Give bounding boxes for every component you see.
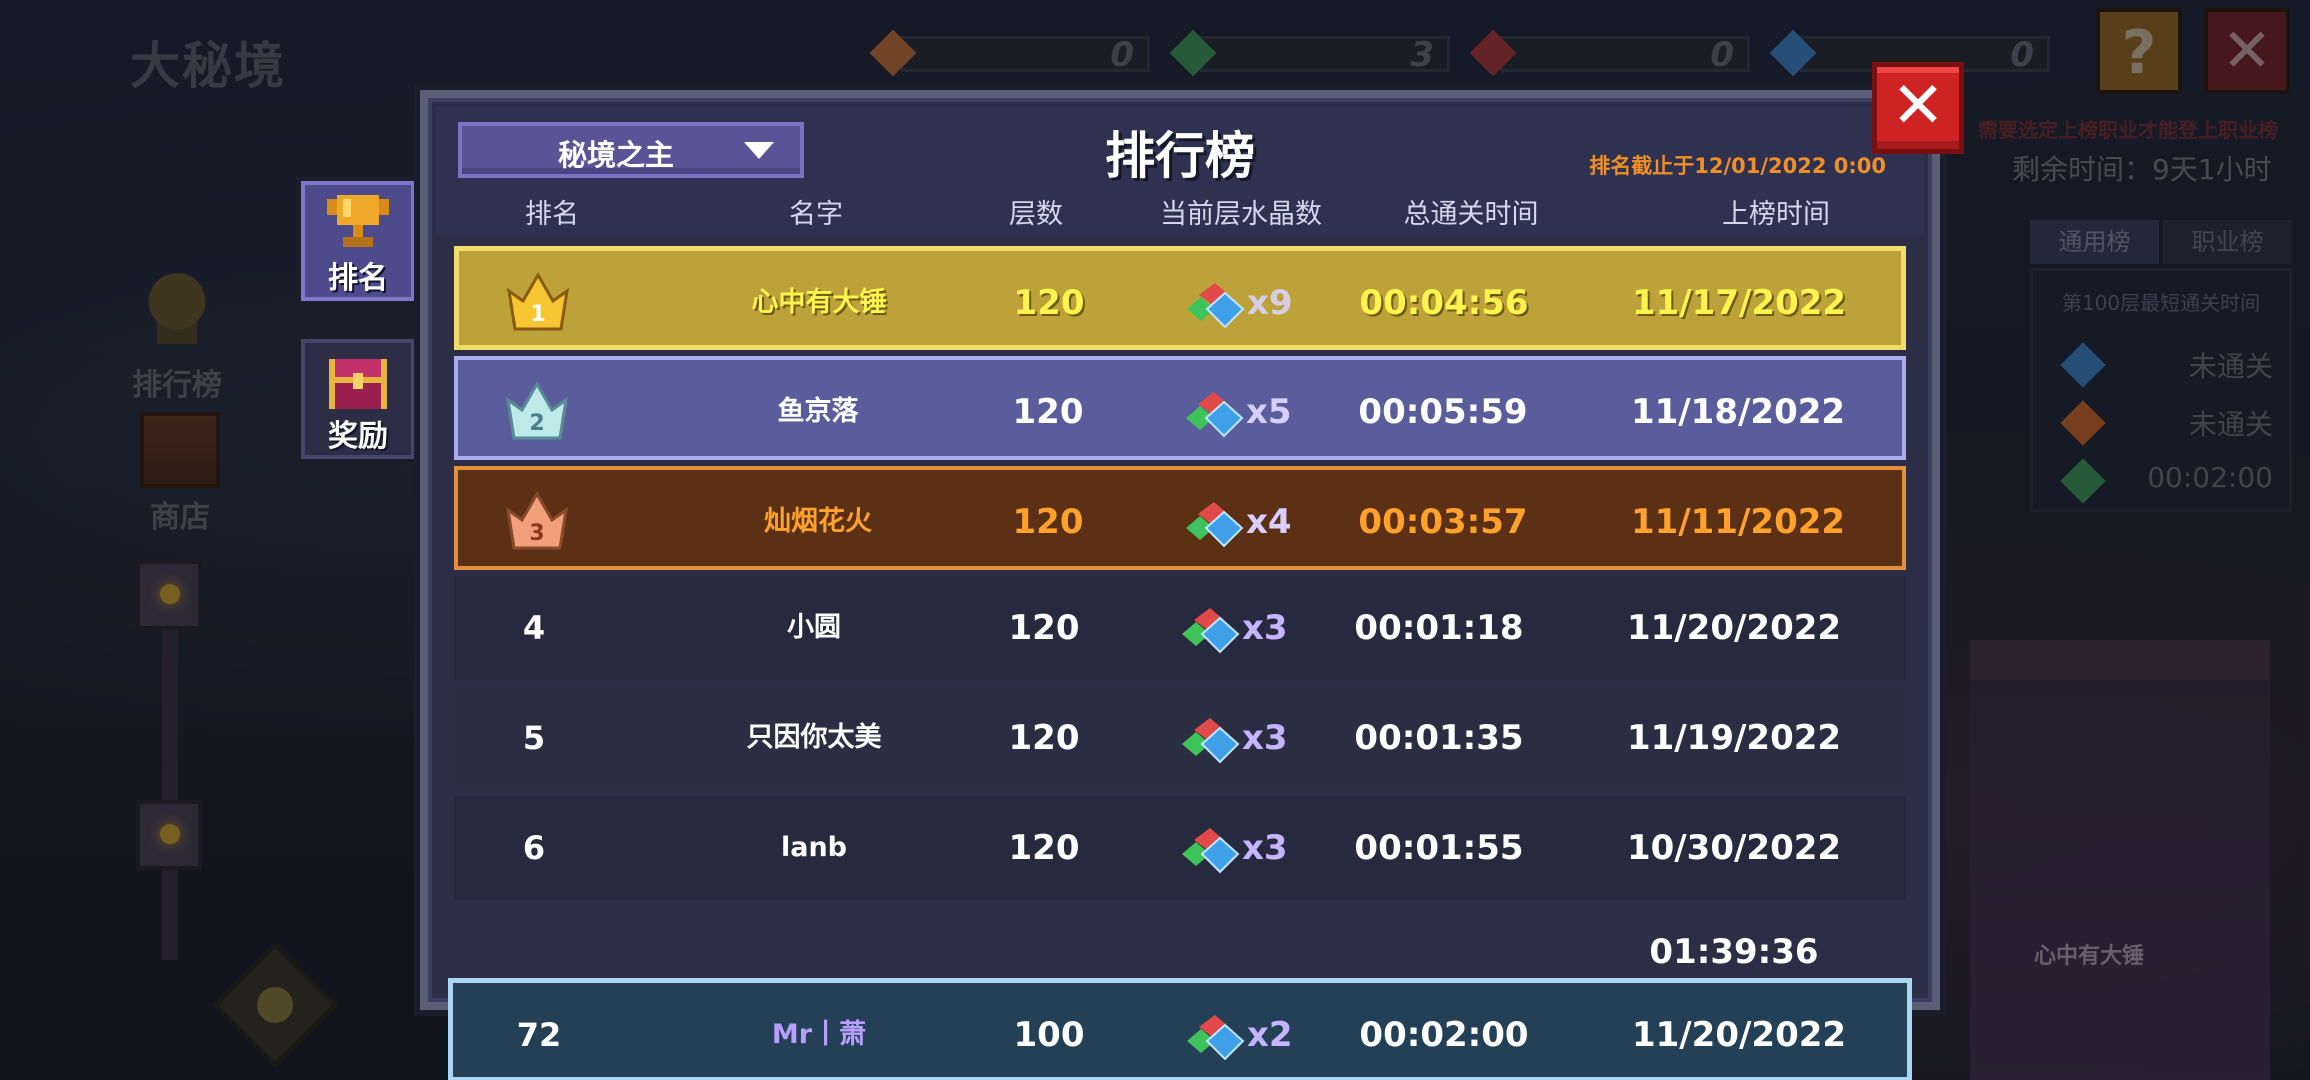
floor-value: 120 <box>1008 608 1080 648</box>
table-row[interactable]: 1 心中有大锤 120 x9 00:04:56 11/17/2022 21:39… <box>454 246 1906 427</box>
crystal-count: x3 <box>1144 796 1304 900</box>
table-row[interactable]: 3 灿烟花火 120 x4 00:03:57 11/11/2022 01:07:… <box>454 466 1906 646</box>
total-time: 00:03:57 <box>1358 502 1528 542</box>
crystal-count-value: x3 <box>1242 828 1288 868</box>
tab-reward[interactable]: 奖励 <box>296 334 420 464</box>
crystal-count: x3 <box>1144 576 1304 680</box>
floor-value: 120 <box>1012 392 1084 432</box>
ranked-at: 11/19/2022 17:08:11 <box>1626 718 1842 862</box>
svg-text:3: 3 <box>529 521 544 546</box>
crystal-cluster-icon <box>1187 283 1245 329</box>
leaderboard-panel: 秘境之主 排行榜 排名截止于12/01/2022 0:00 排名 名字 层数 当… <box>420 90 1940 1080</box>
player-name: 小圆 <box>787 612 841 643</box>
tab-rank[interactable]: 排名 <box>296 176 420 306</box>
crystal-count-value: x5 <box>1246 392 1292 432</box>
svg-text:2: 2 <box>529 411 544 436</box>
crystal-count: x5 <box>1148 360 1308 464</box>
player-name: Mr丨萧 <box>771 1019 867 1050</box>
column-headers: 排名 名字 层数 当前层水晶数 总通关时间 上榜时间 <box>436 184 1924 234</box>
ranked-at: 11/20/2022 21:39:01 <box>1631 1015 1847 1055</box>
column-header-floor: 层数 <box>1009 199 1063 230</box>
table-row[interactable]: 2 鱼京落 120 x5 00:05:59 11/18/2022 06:32:1… <box>454 356 1906 536</box>
crystal-count-value: x3 <box>1242 718 1288 758</box>
table-row[interactable]: 4 小圆 120 x3 00:01:18 11/20/2022 21:25:18 <box>454 576 1906 752</box>
floor-value: 120 <box>1012 502 1084 542</box>
crystal-count: x9 <box>1149 251 1309 355</box>
ranked-at: 11/18/2022 06:32:12 <box>1630 392 1846 536</box>
player-name: lanb <box>780 832 848 863</box>
tab-reward-label: 奖励 <box>328 419 388 454</box>
rank-number: 72 <box>516 1016 562 1054</box>
ranked-at: 11/11/2022 01:07:29 <box>1630 502 1846 646</box>
crystal-count: x2 <box>1149 983 1309 1080</box>
floor-value: 120 <box>1008 718 1080 758</box>
rank-number: 6 <box>522 829 546 867</box>
total-time: 00:05:59 <box>1358 392 1528 432</box>
player-name: 灿烟花火 <box>764 506 872 537</box>
player-name: 鱼京落 <box>777 396 859 427</box>
column-header-rank: 排名 <box>525 199 579 230</box>
column-header-total-time: 总通关时间 <box>1403 199 1539 230</box>
rank-number: 4 <box>522 609 546 647</box>
column-header-ranked-at: 上榜时间 <box>1722 199 1830 230</box>
table-row[interactable]: 5 只因你太美 120 x3 00:01:35 11/19/2022 17:08… <box>454 686 1906 862</box>
close-icon: ✕ <box>1891 69 1945 143</box>
player-name: 只因你太美 <box>746 722 882 753</box>
total-time: 00:04:56 <box>1359 283 1529 323</box>
total-time: 00:02:00 <box>1359 1015 1529 1055</box>
crystal-count-value: x9 <box>1247 283 1293 323</box>
total-time: 00:01:35 <box>1354 718 1524 758</box>
panel-header: 秘境之主 排行榜 排名截止于12/01/2022 0:00 <box>436 106 1924 185</box>
total-time: 00:01:18 <box>1354 608 1524 648</box>
crystal-cluster-icon <box>1186 392 1244 438</box>
table-row[interactable]: 6 lanb 120 x3 00:01:55 10/30/2022 01:39:… <box>454 796 1906 972</box>
crystal-cluster-icon <box>1182 718 1240 764</box>
crystal-count: x3 <box>1144 686 1304 790</box>
total-time: 00:01:55 <box>1354 828 1524 868</box>
floor-value: 120 <box>1008 828 1080 868</box>
crystal-count-value: x2 <box>1247 1015 1293 1055</box>
column-header-crystals: 当前层水晶数 <box>1160 199 1322 230</box>
floor-value: 120 <box>1013 283 1085 323</box>
close-leaderboard-button[interactable]: ✕ <box>1872 62 1964 154</box>
crystal-cluster-icon <box>1182 828 1240 874</box>
cutoff-note: 排名截止于12/01/2022 0:00 <box>1589 154 1886 178</box>
ranked-at: 10/30/2022 01:39:36 <box>1626 828 1842 972</box>
crystal-count-value: x4 <box>1246 502 1292 542</box>
silver-crown-icon: 2 <box>505 380 569 440</box>
treasure-chest-icon <box>329 359 387 409</box>
crystal-cluster-icon <box>1182 608 1240 654</box>
tab-rank-label: 排名 <box>328 261 388 296</box>
crystal-cluster-icon <box>1187 1015 1245 1061</box>
player-name: 心中有大锤 <box>751 287 887 318</box>
trophy-icon <box>327 195 389 247</box>
crystal-cluster-icon <box>1186 502 1244 548</box>
ranked-at: 11/17/2022 21:39:17 <box>1631 283 1847 427</box>
bronze-crown-icon: 3 <box>505 490 569 550</box>
floor-value: 100 <box>1013 1015 1085 1055</box>
crystal-count: x4 <box>1148 470 1308 574</box>
gold-crown-icon: 1 <box>506 271 570 331</box>
rank-number: 5 <box>522 719 546 757</box>
ranked-at: 11/20/2022 21:25:18 <box>1626 608 1842 752</box>
self-rank-row[interactable]: 72 Mr丨萧 100 x2 00:02:00 11/20/2022 21:39… <box>448 978 1912 1080</box>
svg-text:1: 1 <box>530 302 545 327</box>
column-header-name: 名字 <box>789 199 843 230</box>
crystal-count-value: x3 <box>1242 608 1288 648</box>
